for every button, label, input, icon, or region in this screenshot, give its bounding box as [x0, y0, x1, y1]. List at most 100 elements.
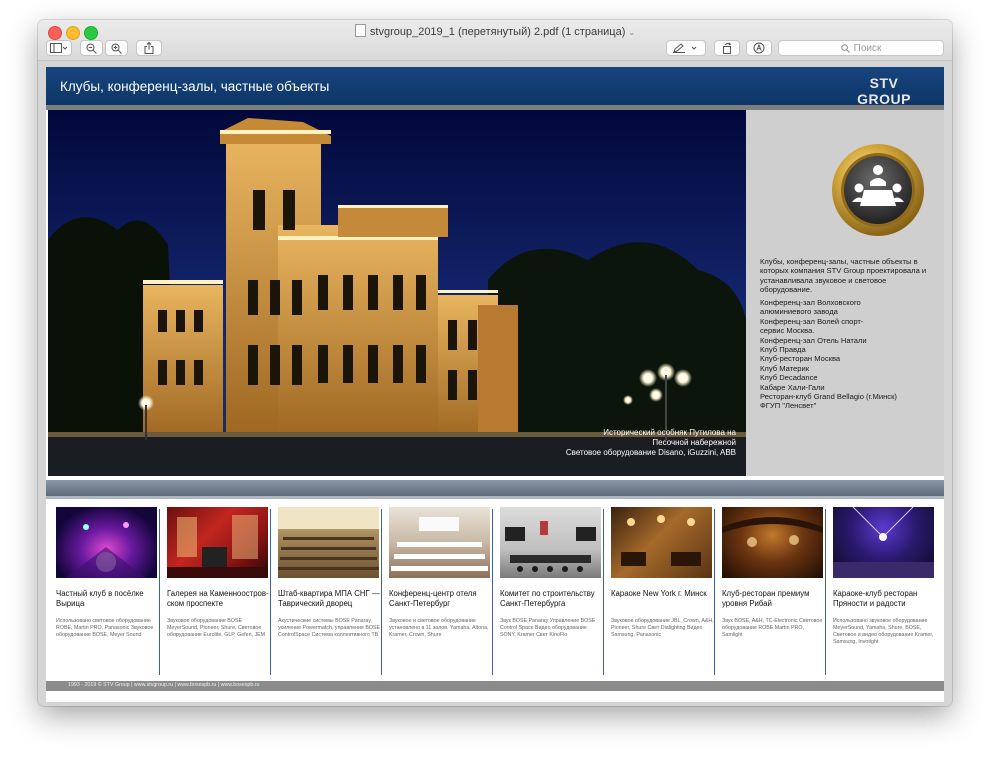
project-list-item: Конференц-зал Волховского [760, 298, 861, 307]
footer-text: 1993 - 2019 © STV Group | www.stvgroup.r… [68, 682, 260, 688]
project-list-item: ФГУП "Ленсвет" [760, 401, 817, 411]
gallery-separator [714, 509, 715, 675]
window-title: stvgroup_2019_1 (перетянутый) 2.pdf (1 с… [369, 26, 626, 38]
project-list-item: алюминиевого завода [760, 307, 838, 317]
gallery-item-title: Конференц-центр отеля Санкт-Петербург [389, 589, 477, 608]
logo-text: STV GROUP [857, 75, 911, 107]
gallery-item: Конференц-центр отеля Санкт-Петербург Зв… [381, 503, 493, 675]
gallery-item-desc: Звуковое оборудование BOSE MeyerSound, P… [167, 618, 266, 638]
photo-caption: Исторический особняк Путилова на Песочно… [566, 428, 736, 458]
gallery-separator [381, 509, 382, 675]
annotate-icon [753, 42, 765, 54]
window-title-area[interactable]: stvgroup_2019_1 (перетянутый) 2.pdf (1 с… [38, 24, 952, 38]
gallery-separator [159, 509, 160, 675]
ribai-restaurant-photo [722, 507, 823, 578]
gallery-item: Клуб-ресторан премиум уровня Рибай Звук … [714, 503, 826, 675]
project-list-item: Клуб Decadance [760, 373, 818, 383]
gallery-item-desc: Звук BOSE Panaray Управление BOSE Contro… [500, 618, 596, 638]
zoom-in-icon [111, 43, 122, 54]
rotate-button[interactable] [714, 40, 740, 56]
zoom-in-button[interactable] [105, 40, 128, 56]
gallery-item: Частный клуб в посёлке Вырица Использова… [50, 503, 160, 675]
conference-room-image [391, 517, 488, 571]
mansion-photo: Исторический особняк Путилова на Песочно… [48, 110, 746, 476]
gallery-item-title: Галерея на Каменноостров-ском проспекте [167, 589, 269, 608]
share-button[interactable] [136, 40, 162, 56]
gallery-item: Комитет по строительству Санкт-Петербург… [492, 503, 604, 675]
gallery-separator [825, 509, 826, 675]
gallery-item-title: Комитет по строительству Санкт-Петербург… [500, 589, 595, 608]
share-icon [144, 42, 154, 54]
gallery-separator [270, 509, 271, 675]
markup-button[interactable] [666, 40, 706, 56]
pdf-page[interactable]: Клубы, конференц-залы, частные объекты S… [46, 67, 944, 702]
gallery-item: Галерея на Каменноостров-ском проспекте … [159, 503, 271, 675]
title-chevron-icon[interactable]: ⌄ [628, 28, 635, 37]
gallery-item-title: Клуб-ресторан премиум уровня Рибай [722, 589, 810, 608]
assembly-hall-image [278, 507, 379, 570]
gallery-separator [603, 509, 604, 675]
project-list-item: сервис Москва. [760, 326, 815, 336]
panel-intro: Клубы, конференц-залы, частные объекты в… [760, 257, 927, 295]
search-icon [840, 43, 850, 53]
gallery-item: Штаб-квартира МПА СНГ — Таврический двор… [270, 503, 382, 675]
gallery-item-title: Частный клуб в посёлке Вырица [56, 589, 144, 608]
gallery-item: Караоке-клуб ресторан Пряности и радости… [825, 503, 937, 675]
gallery-item-desc: Использовано звуковое оборудование Meyer… [833, 618, 934, 645]
zoom-out-button[interactable] [80, 40, 103, 56]
construction-committee-photo [500, 507, 601, 578]
banner-title: Клубы, конференц-залы, частные объекты [60, 79, 330, 94]
project-list: Конференц-зал Волховского алюминиевого з… [760, 298, 940, 411]
project-list-item: Клуб Правда [760, 345, 806, 355]
sidebar-toggle-button[interactable] [46, 40, 72, 56]
gallery-item-desc: Звук BOSE, A&H, TC-Electronic Световое о… [722, 618, 823, 638]
project-list-item: Ресторан-клуб Grand Bellagio (г.Минск) [760, 392, 897, 402]
page-footer: 1993 - 2019 © STV Group | www.stvgroup.r… [46, 681, 944, 691]
zoom-out-icon [86, 43, 97, 54]
conference-medal-icon [832, 144, 924, 236]
project-list-item: Клуб Материк [760, 363, 810, 373]
tauride-palace-photo [278, 507, 379, 578]
rotate-icon [723, 42, 732, 54]
project-list-item: Кабаре Хали-Гали [760, 382, 825, 392]
caption-line: Песочной набережной [652, 438, 736, 447]
gallery-item-desc: Использовано световое оборудование ROBE,… [56, 618, 154, 638]
conference-center-photo [389, 507, 490, 578]
gallery-separator [492, 509, 493, 675]
gallery-kamennoostrovsky-photo [167, 507, 268, 578]
karaoke-club-image [833, 507, 934, 578]
preview-window: stvgroup_2019_1 (перетянутый) 2.pdf (1 с… [38, 20, 952, 706]
gallery-item-title: Караоке New York г. Минск [611, 589, 707, 598]
annotate-button[interactable] [746, 40, 772, 56]
info-panel: Клубы, конференц-залы, частные объекты в… [746, 110, 944, 476]
meeting-room-image [505, 521, 596, 572]
title-bar[interactable]: stvgroup_2019_1 (перетянутый) 2.pdf (1 с… [38, 20, 952, 61]
club-vyritsa-photo [56, 507, 157, 578]
restaurant-club-image [722, 517, 823, 547]
karaoke-club-spices-photo [833, 507, 934, 578]
gallery-item: Караоке New York г. Минск Звуковое обору… [603, 503, 715, 675]
search-field[interactable]: Поиск [778, 40, 944, 56]
gallery-interior-image [167, 515, 268, 578]
pen-markup-icon [673, 43, 697, 53]
karaoke-new-york-photo [611, 507, 712, 578]
gallery-item-desc: Акустические системы BOSE Panaray, усиле… [278, 618, 381, 638]
divider-band-light [46, 496, 944, 499]
project-list-item: Конференц-зал Волей спорт- [760, 316, 864, 326]
sidebar-icon [50, 43, 68, 53]
club-lights-image [66, 522, 146, 578]
illuminated-mansion-image [48, 110, 746, 476]
gallery-item-desc: Звуковое оборудование JBL, Crown, A&H, P… [611, 618, 714, 638]
pdf-document-icon [354, 24, 366, 37]
gallery-item-desc: Звуковое и световое оборудование установ… [389, 618, 489, 638]
caption-line: Световое оборудование Disano, iGuzzini, … [565, 448, 736, 457]
search-placeholder: Поиск [853, 42, 882, 54]
document-viewer[interactable]: Клубы, конференц-залы, частные объекты S… [38, 61, 952, 706]
project-list-item: Конференц-зал Отель Натали [760, 335, 867, 345]
project-gallery: Частный клуб в посёлке Вырица Использова… [46, 503, 944, 675]
caption-line: Исторический особняк Путилова на [603, 428, 736, 437]
divider-band [46, 480, 944, 496]
karaoke-bar-image [621, 515, 701, 566]
gallery-item-title: Штаб-квартира МПА СНГ — Таврический двор… [278, 589, 380, 608]
page-banner: Клубы, конференц-залы, частные объекты S… [46, 67, 944, 111]
